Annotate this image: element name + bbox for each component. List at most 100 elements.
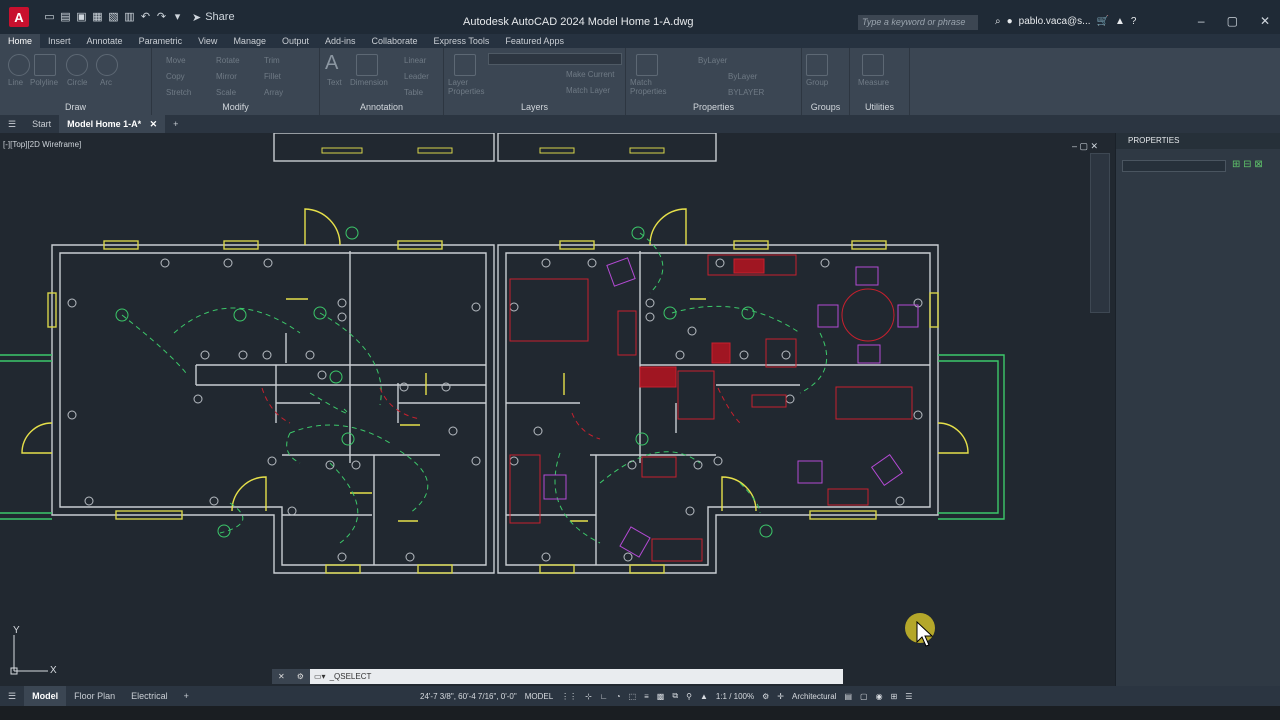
doc-tab-start[interactable]: Start bbox=[24, 115, 59, 133]
model-space-toggle[interactable]: MODEL bbox=[525, 692, 553, 701]
dimension-icon[interactable] bbox=[356, 54, 378, 76]
command-text: _QSELECT bbox=[329, 672, 372, 681]
maximize-icon[interactable]: ▢ bbox=[1227, 14, 1238, 28]
tab-view[interactable]: View bbox=[190, 34, 225, 48]
layer-dropdown[interactable] bbox=[488, 53, 622, 65]
selection-cycling-icon[interactable]: ⧉ bbox=[672, 691, 678, 701]
plot-icon[interactable]: ▧ bbox=[107, 11, 120, 23]
cart-icon[interactable]: 🛒 bbox=[1097, 16, 1109, 27]
user-icon: ● bbox=[1006, 16, 1013, 27]
grid-icon[interactable]: ⋮⋮ bbox=[561, 692, 577, 701]
drawing-canvas[interactable]: [-][Top][2D Wireframe] Y X – ▢ ✕ bbox=[0, 133, 1115, 686]
autocad-app-button[interactable]: A bbox=[9, 7, 29, 27]
close-tab-icon[interactable]: ✕ bbox=[150, 119, 158, 129]
groups-panel: Group Groups bbox=[802, 48, 850, 115]
new-tab-button[interactable]: + bbox=[165, 115, 186, 133]
status-bar: ☰ Model Floor Plan Electrical + 24'-7 3/… bbox=[0, 686, 1280, 706]
print-icon[interactable]: ▥ bbox=[123, 11, 136, 23]
add-layout-button[interactable]: + bbox=[176, 686, 197, 706]
title-bar: A ▭ ▤ ▣ ▦ ▧ ▥ ↶ ↷ ▾ ➤ Share Autodesk Aut… bbox=[0, 0, 1280, 34]
coordinates-readout[interactable]: 24'-7 3/8", 60'-4 7/16", 0'-0" bbox=[420, 692, 517, 701]
lineweight-icon[interactable]: ≡ bbox=[644, 692, 649, 701]
search-icon[interactable]: ⌕ bbox=[995, 16, 1001, 27]
polar-icon[interactable]: ◔ bbox=[616, 692, 621, 701]
tab-home[interactable]: Home bbox=[0, 34, 41, 48]
share-button[interactable]: ➤ Share bbox=[192, 11, 235, 24]
viewport-window-controls[interactable]: – ▢ ✕ bbox=[1072, 141, 1098, 152]
help-icon[interactable]: ? bbox=[1131, 16, 1137, 27]
tab-insert[interactable]: Insert bbox=[40, 34, 79, 48]
ortho-icon[interactable]: ∟ bbox=[600, 692, 608, 701]
tab-parametric[interactable]: Parametric bbox=[131, 34, 191, 48]
draw-panel: Line Polyline Circle Arc Draw bbox=[0, 48, 152, 115]
customize-icon[interactable]: ⚙ bbox=[297, 669, 304, 684]
patios bbox=[0, 354, 1005, 520]
tab-annotate[interactable]: Annotate bbox=[79, 34, 131, 48]
doc-tab-model-home[interactable]: Model Home 1-A* ✕ bbox=[59, 115, 166, 133]
circle-icon[interactable] bbox=[66, 54, 88, 76]
text-icon[interactable]: A bbox=[325, 52, 338, 75]
annotation-scale[interactable]: 1:1 / 100% bbox=[716, 692, 754, 701]
open-icon[interactable]: ▤ bbox=[59, 11, 72, 23]
tab-featured-apps[interactable]: Featured Apps bbox=[497, 34, 572, 48]
annotation-visibility-icon[interactable]: ⚲ bbox=[686, 692, 692, 701]
clean-screen-icon[interactable]: ☰ bbox=[905, 692, 912, 701]
close-icon[interactable]: ✕ bbox=[1260, 14, 1270, 28]
tab-collaborate[interactable]: Collaborate bbox=[364, 34, 426, 48]
snap-icon[interactable]: ⊹ bbox=[585, 692, 592, 701]
quick-properties-icon[interactable]: ▤ bbox=[844, 692, 852, 701]
match-properties-icon[interactable] bbox=[636, 54, 658, 76]
layout-tab-electrical[interactable]: Electrical bbox=[123, 686, 176, 706]
measure-icon[interactable] bbox=[862, 54, 884, 76]
layout-tab-model[interactable]: Model bbox=[24, 686, 67, 706]
layer-properties-icon[interactable] bbox=[454, 54, 476, 76]
lock-ui-icon[interactable]: ▢ bbox=[860, 692, 868, 701]
save-as-icon[interactable]: ▦ bbox=[91, 11, 104, 23]
osnap-icon[interactable]: ⬚ bbox=[629, 692, 637, 701]
transparency-icon[interactable]: ▩ bbox=[657, 692, 665, 701]
group-icon[interactable] bbox=[806, 54, 828, 76]
polyline-icon[interactable] bbox=[34, 54, 56, 76]
tab-add-ins[interactable]: Add-ins bbox=[317, 34, 364, 48]
units-dropdown[interactable]: Architectural bbox=[792, 692, 836, 701]
layers-panel: Layer Properties Make Current Match Laye… bbox=[444, 48, 626, 115]
command-prompt-icon: ▭▾ bbox=[314, 672, 326, 681]
hardware-accel-icon[interactable]: ⊞ bbox=[891, 692, 898, 701]
tab-manage[interactable]: Manage bbox=[225, 34, 274, 48]
workspace-icon[interactable]: ▲ bbox=[700, 692, 708, 701]
gear-icon[interactable]: ⚙ bbox=[762, 692, 769, 701]
user-menu[interactable]: ⌕ ● pablo.vaca@s... 🛒 ▲ ? bbox=[995, 16, 1136, 27]
layout-tab-floor-plan[interactable]: Floor Plan bbox=[66, 686, 123, 706]
command-line[interactable]: ✕ ⚙ ▭▾ _QSELECT bbox=[272, 669, 843, 684]
minimize-icon[interactable]: – bbox=[1198, 14, 1205, 28]
wall-outline bbox=[273, 133, 495, 162]
furniture-magenta bbox=[543, 257, 919, 558]
autodesk-icon[interactable]: ▲ bbox=[1115, 16, 1125, 27]
hamburger-menu-icon[interactable]: ☰ bbox=[0, 115, 24, 133]
layout-menu-icon[interactable]: ☰ bbox=[0, 686, 24, 706]
close-command-icon[interactable]: ✕ bbox=[278, 669, 285, 684]
search-input[interactable]: Type a keyword or phrase bbox=[858, 15, 978, 30]
quick-access-toolbar: ▭ ▤ ▣ ▦ ▧ ▥ ↶ ↷ ▾ bbox=[43, 11, 184, 23]
arc-icon[interactable] bbox=[96, 54, 118, 76]
annotation-panel: A Text Dimension Linear Leader Table Ann… bbox=[320, 48, 444, 115]
tab-output[interactable]: Output bbox=[274, 34, 317, 48]
left-unit bbox=[51, 244, 495, 574]
floor-plan-drawing: Y X bbox=[0, 133, 1005, 676]
save-icon[interactable]: ▣ bbox=[75, 11, 88, 23]
quick-select-icons[interactable]: ⊞ ⊟ ⊠ bbox=[1232, 159, 1263, 170]
plus-icon[interactable]: ✛ bbox=[777, 692, 784, 701]
navigation-bar[interactable] bbox=[1090, 153, 1110, 313]
dropdown-icon[interactable]: ▾ bbox=[171, 11, 184, 23]
redo-icon[interactable]: ↷ bbox=[155, 11, 168, 23]
selection-dropdown[interactable] bbox=[1122, 160, 1226, 172]
window bbox=[539, 147, 575, 154]
isolate-objects-icon[interactable]: ◉ bbox=[876, 692, 883, 701]
properties-palette: PROPERTIES ⊞ ⊟ ⊠ bbox=[1115, 133, 1280, 686]
tab-express-tools[interactable]: Express Tools bbox=[426, 34, 498, 48]
pointer-icon bbox=[916, 621, 934, 647]
line-icon[interactable] bbox=[8, 54, 30, 76]
svg-text:X: X bbox=[50, 665, 57, 676]
new-icon[interactable]: ▭ bbox=[43, 11, 56, 23]
undo-icon[interactable]: ↶ bbox=[139, 11, 152, 23]
